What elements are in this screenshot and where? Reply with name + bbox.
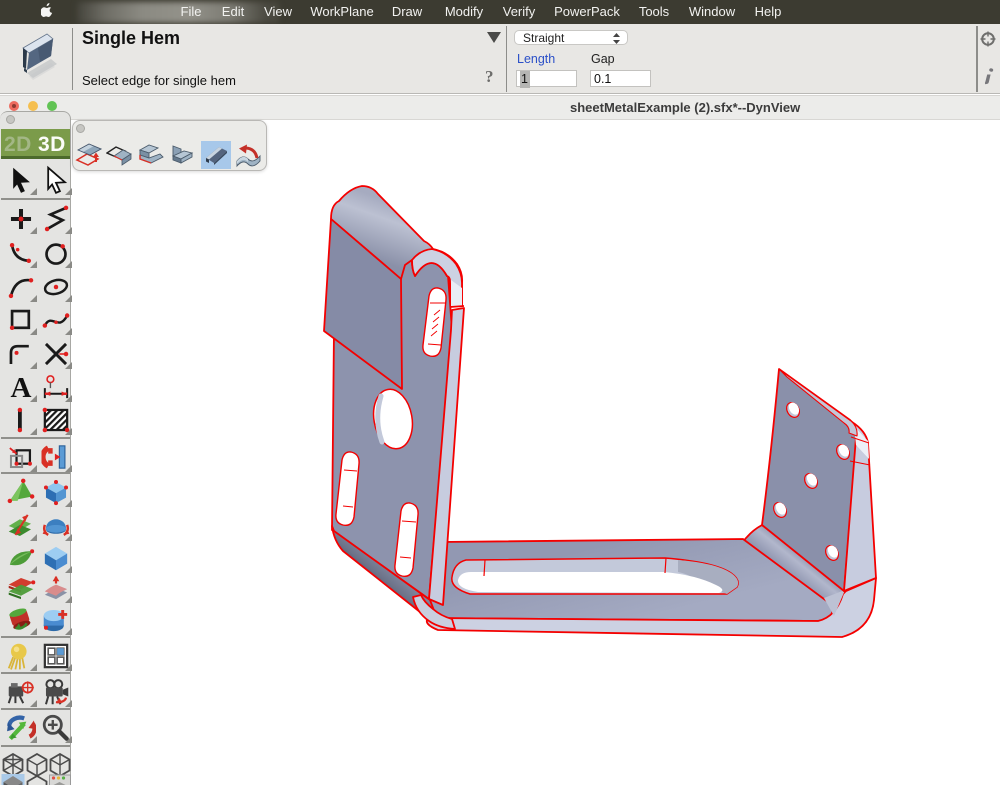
svg-text:A: A [11,372,32,401]
